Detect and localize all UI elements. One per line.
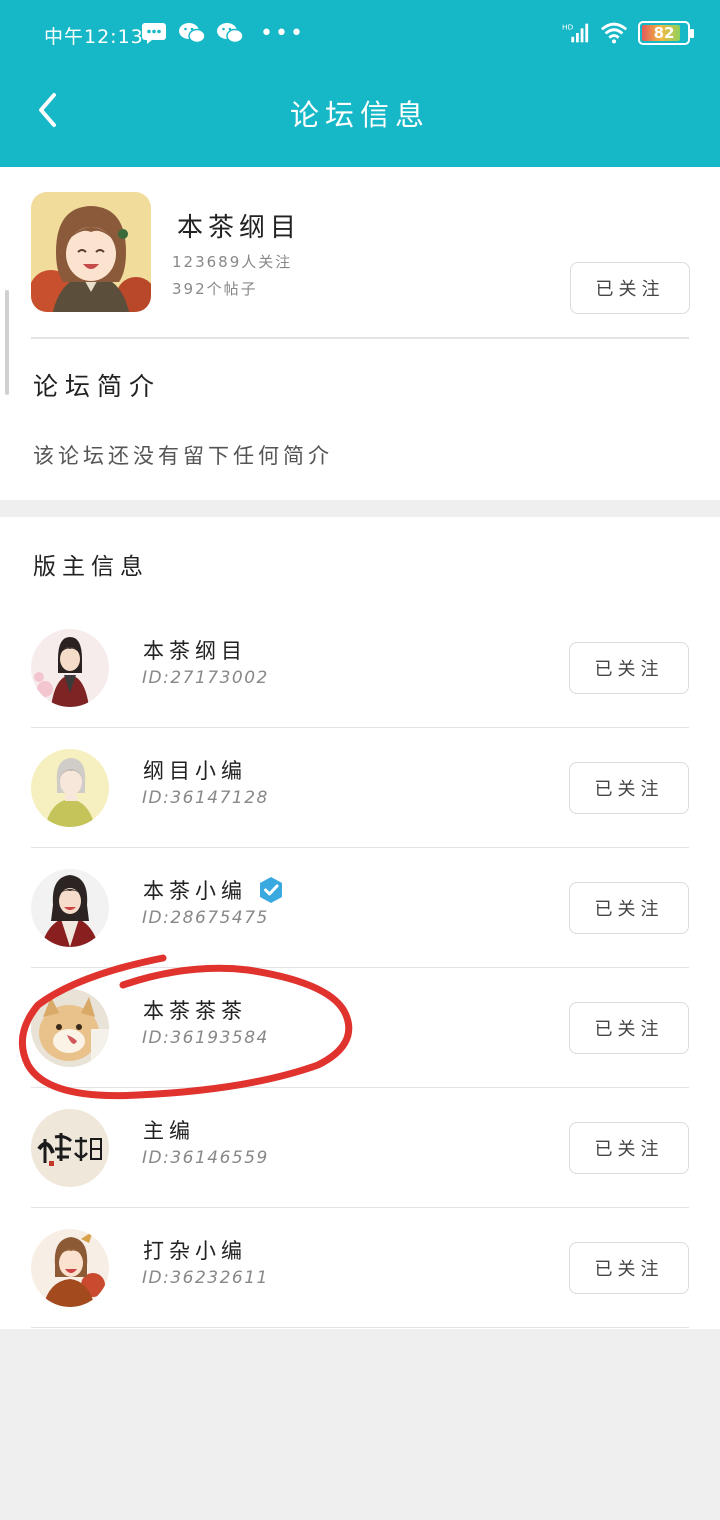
wechat-icon <box>216 20 244 46</box>
moderator-name: 纲目小编 <box>143 759 247 783</box>
moderator-id: ID:28675475 <box>142 908 269 928</box>
moderator-avatar[interactable] <box>31 1109 109 1187</box>
moderator-name: 本茶茶茶 <box>143 999 247 1023</box>
battery-level: 82 <box>653 24 675 42</box>
signal-icon: HD <box>562 20 590 46</box>
forum-followers-count: 123689人关注 <box>172 253 293 271</box>
battery-icon: 82 <box>638 21 694 45</box>
forum-intro-text: 该论坛还没有留下任何简介 <box>33 444 333 468</box>
moderator-avatar[interactable] <box>31 1229 109 1307</box>
moderator-row[interactable]: 主编 ID:36146559 已关注 <box>0 1088 720 1208</box>
top-header: 中午12:13 ••• HD 82 论坛信息 <box>0 0 720 167</box>
more-notifications-icon: ••• <box>260 20 305 46</box>
page-title: 论坛信息 <box>289 98 430 132</box>
message-icon <box>140 20 168 46</box>
status-time: 中午12:13 <box>44 26 144 48</box>
status-bar: 中午12:13 ••• HD 82 <box>0 0 720 68</box>
moderators-section-title: 版主信息 <box>33 554 149 580</box>
notification-icons: ••• <box>140 20 305 46</box>
forum-follow-button[interactable]: 已关注 <box>570 262 690 314</box>
moderator-id: ID:36193584 <box>142 1028 269 1048</box>
moderator-name: 本茶纲目 <box>143 639 247 663</box>
moderator-follow-button[interactable]: 已关注 <box>569 1002 689 1054</box>
moderator-follow-button[interactable]: 已关注 <box>569 642 689 694</box>
moderator-follow-button[interactable]: 已关注 <box>569 1242 689 1294</box>
wechat-icon <box>178 20 206 46</box>
forum-logo <box>31 192 151 312</box>
moderator-follow-button[interactable]: 已关注 <box>569 1122 689 1174</box>
moderator-avatar[interactable] <box>31 629 109 707</box>
forum-posts-count: 392个帖子 <box>172 280 258 298</box>
system-icons: HD 82 <box>562 20 694 46</box>
forum-intro-title: 论坛简介 <box>33 372 162 401</box>
moderator-name: 主编 <box>143 1119 195 1143</box>
forum-name: 本茶纲目 <box>177 213 302 243</box>
moderator-avatar[interactable] <box>31 749 109 827</box>
moderator-id: ID:36146559 <box>142 1148 269 1168</box>
moderator-name: 打杂小编 <box>143 1239 247 1263</box>
wifi-icon <box>600 20 628 46</box>
forum-info-card: 本茶纲目 123689人关注 392个帖子 已关注 论坛简介 该论坛还没有留下任… <box>0 167 720 500</box>
divider <box>31 337 689 339</box>
scroll-indicator <box>5 290 9 395</box>
moderator-row[interactable]: 本茶茶茶 ID:36193584 已关注 <box>0 968 720 1088</box>
verified-badge-icon <box>260 877 282 903</box>
moderator-id: ID:36147128 <box>142 788 269 808</box>
moderator-follow-button[interactable]: 已关注 <box>569 762 689 814</box>
moderator-id: ID:36232611 <box>142 1268 269 1288</box>
moderator-avatar[interactable] <box>31 869 109 947</box>
svg-text:HD: HD <box>562 22 574 31</box>
moderator-row[interactable]: 本茶纲目 ID:27173002 已关注 <box>0 608 720 728</box>
moderator-row[interactable]: 打杂小编 ID:36232611 已关注 <box>0 1208 720 1328</box>
moderator-avatar[interactable] <box>31 989 109 1067</box>
moderator-id: ID:27173002 <box>142 668 269 688</box>
moderator-row[interactable]: 本茶小编 ID:28675475 已关注 <box>0 848 720 968</box>
moderator-follow-button[interactable]: 已关注 <box>569 882 689 934</box>
moderator-row[interactable]: 纲目小编 ID:36147128 已关注 <box>0 728 720 848</box>
moderators-card: 版主信息 本茶纲目 ID:27173002 已关注 纲目小编 ID:361471… <box>0 517 720 1329</box>
divider <box>31 1326 689 1328</box>
moderator-name: 本茶小编 <box>143 875 285 905</box>
